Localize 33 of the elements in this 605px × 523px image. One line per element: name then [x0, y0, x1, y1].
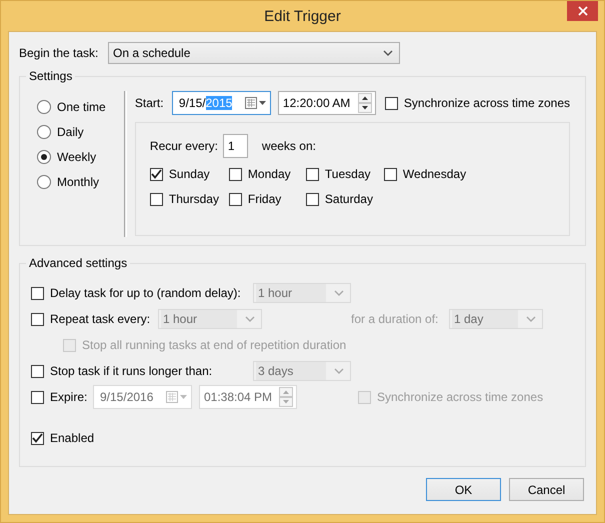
recur-unit-label: weeks on: [262, 139, 316, 153]
checkbox-label: Tuesday [324, 167, 371, 181]
checkbox-label: Sunday [168, 167, 210, 181]
radio-label: One time [57, 100, 106, 114]
checkbox-label: Synchronize across time zones [404, 96, 570, 110]
date-field[interactable]: 9/15/2015 [172, 91, 271, 115]
recur-input[interactable]: 1 [222, 134, 248, 158]
checkbox-label: Wednesday [402, 167, 466, 181]
checkbox-label: Expire: [50, 390, 88, 404]
window-title: Edit Trigger [264, 8, 341, 24]
checkbox-label: Delay task for up to (random delay): [50, 286, 241, 300]
duration-label: for a duration of: [351, 312, 440, 326]
begin-task-dropdown[interactable]: On a schedule [108, 42, 400, 64]
radio-label: Weekly [57, 150, 96, 164]
recur-label: Recur every: [150, 139, 219, 153]
checkbox-label: Enabled [50, 431, 94, 445]
group-title: Advanced settings [26, 256, 130, 270]
checkbox-label: Thursday [168, 192, 219, 206]
checkbox-label: Saturday [324, 192, 373, 206]
begin-task-label: Begin the task: [19, 46, 99, 60]
checkbox-label: Stop all running tasks at end of repetition duration [82, 338, 346, 352]
dialog-button[interactable]: OK [426, 478, 501, 501]
radio-label: Monthly [57, 175, 100, 189]
checkbox-label: Repeat task every: [50, 312, 150, 326]
checkbox-label: Friday [248, 192, 282, 206]
checkbox-label: Synchronize across time zones [377, 390, 544, 404]
checkbox-label: Monday [248, 167, 291, 181]
group-title: Settings [26, 69, 76, 83]
radio-label: Daily [57, 125, 84, 139]
start-label: Start: [134, 96, 165, 110]
dialog-button[interactable]: Cancel [509, 478, 584, 501]
checkbox-label: Stop task if it runs longer than: [50, 364, 212, 378]
time-field[interactable]: 12:20:00 AM [278, 91, 376, 115]
